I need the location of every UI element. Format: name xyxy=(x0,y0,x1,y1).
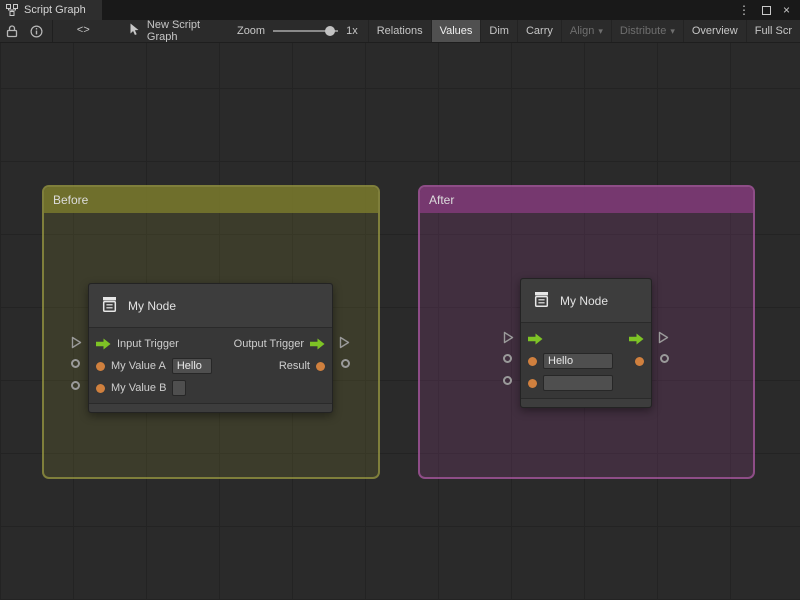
flow-out-icon[interactable] xyxy=(629,333,644,345)
port-row xyxy=(521,372,651,394)
port-label: My Value A xyxy=(111,360,166,372)
tab-bar: Script Graph ⋮ × xyxy=(0,0,800,20)
value-port-icon[interactable] xyxy=(635,357,644,366)
tab-label: Script Graph xyxy=(24,4,86,16)
value-a-input[interactable] xyxy=(543,353,613,369)
fullscreen-button[interactable]: Full Scr xyxy=(746,20,800,42)
port-row: My Value A Result xyxy=(89,355,332,377)
value-output-port[interactable] xyxy=(660,354,669,363)
node-after-wrap: My Node xyxy=(520,278,652,408)
value-port-icon[interactable] xyxy=(528,357,537,366)
port-label: My Value B xyxy=(111,382,166,394)
node-footer xyxy=(89,403,332,412)
lock-icon[interactable] xyxy=(0,20,24,42)
toolbar-divider xyxy=(52,20,53,42)
node-title: My Node xyxy=(560,294,608,308)
node-before-rows: Input Trigger Output Trigger My Valu xyxy=(89,328,332,403)
flow-output-port[interactable] xyxy=(339,336,350,349)
node-footer xyxy=(521,398,651,407)
flow-input-port[interactable] xyxy=(503,331,514,344)
value-input-port[interactable] xyxy=(71,359,80,368)
align-button: Align ▾ xyxy=(561,20,611,42)
script-graph-icon xyxy=(6,4,18,16)
chevron-down-icon: ▾ xyxy=(598,26,603,37)
info-icon[interactable] xyxy=(24,20,49,42)
group-before-title: Before xyxy=(53,193,88,207)
port-label: Input Trigger xyxy=(117,338,179,350)
value-a-input[interactable] xyxy=(172,358,212,374)
value-b-input[interactable] xyxy=(543,375,613,391)
port-row: Input Trigger Output Trigger xyxy=(89,333,332,355)
value-input-port[interactable] xyxy=(71,381,80,390)
group-after-header[interactable]: After xyxy=(420,187,753,213)
pointer-icon xyxy=(129,23,140,39)
node-title: My Node xyxy=(128,299,176,313)
close-icon[interactable]: × xyxy=(783,3,790,17)
graph-title[interactable]: New Script Graph xyxy=(147,20,203,43)
node-icon xyxy=(100,295,119,317)
value-input-port[interactable] xyxy=(503,376,512,385)
graph-name-section: New Script Graph xyxy=(129,20,203,42)
node-before-wrap: My Node Input Trigger Output Trigger xyxy=(88,283,333,413)
align-label: Align xyxy=(570,25,594,37)
values-button[interactable]: Values xyxy=(431,20,481,42)
graph-canvas[interactable]: Before After xyxy=(0,43,800,600)
flow-out-icon[interactable] xyxy=(310,338,325,350)
flow-input-port[interactable] xyxy=(71,336,82,349)
window-controls: ⋮ × xyxy=(738,0,800,20)
port-row: My Value B xyxy=(89,377,332,399)
group-before-header[interactable]: Before xyxy=(44,187,378,213)
flow-output-port[interactable] xyxy=(658,331,669,344)
distribute-button: Distribute ▾ xyxy=(611,20,683,42)
node-after[interactable]: My Node xyxy=(520,278,652,408)
value-port-icon[interactable] xyxy=(96,384,105,393)
carry-button[interactable]: Carry xyxy=(517,20,561,42)
more-menu-icon[interactable]: ⋮ xyxy=(738,3,750,17)
group-after-title: After xyxy=(429,193,454,207)
node-after-header[interactable]: My Node xyxy=(521,279,651,323)
relations-button[interactable]: Relations xyxy=(368,20,431,42)
view-buttons: Relations Values Dim Carry Align ▾ Distr… xyxy=(368,20,800,42)
flow-in-icon[interactable] xyxy=(96,338,111,350)
port-row xyxy=(521,328,651,350)
code-preview-button[interactable]: <> xyxy=(66,20,101,42)
node-before[interactable]: My Node Input Trigger Output Trigger xyxy=(88,283,333,413)
flow-in-icon[interactable] xyxy=(528,333,543,345)
port-row xyxy=(521,350,651,372)
overview-button[interactable]: Overview xyxy=(683,20,746,42)
maximize-icon[interactable] xyxy=(762,6,771,15)
node-before-header[interactable]: My Node xyxy=(89,284,332,328)
tab-script-graph[interactable]: Script Graph xyxy=(0,0,102,20)
port-label: Output Trigger xyxy=(234,338,304,350)
zoom-slider-handle[interactable] xyxy=(325,26,335,36)
zoom-label: Zoom xyxy=(237,25,265,37)
zoom-slider[interactable] xyxy=(273,30,338,32)
value-port-icon[interactable] xyxy=(316,362,325,371)
value-port-icon[interactable] xyxy=(96,362,105,371)
port-label: Result xyxy=(279,360,310,372)
dim-button[interactable]: Dim xyxy=(480,20,517,42)
zoom-value: 1x xyxy=(346,25,358,37)
unity-editor-window: Script Graph ⋮ × <> xyxy=(0,0,800,43)
value-input-port[interactable] xyxy=(503,354,512,363)
graph-toolbar: <> New Script Graph Zoom 1x Relations Va… xyxy=(0,20,800,43)
chevron-down-icon: ▾ xyxy=(670,26,675,37)
value-b-input[interactable] xyxy=(172,380,186,396)
distribute-label: Distribute xyxy=(620,25,666,37)
value-port-icon[interactable] xyxy=(528,379,537,388)
value-output-port[interactable] xyxy=(341,359,350,368)
node-icon xyxy=(532,290,551,312)
node-after-rows xyxy=(521,323,651,398)
